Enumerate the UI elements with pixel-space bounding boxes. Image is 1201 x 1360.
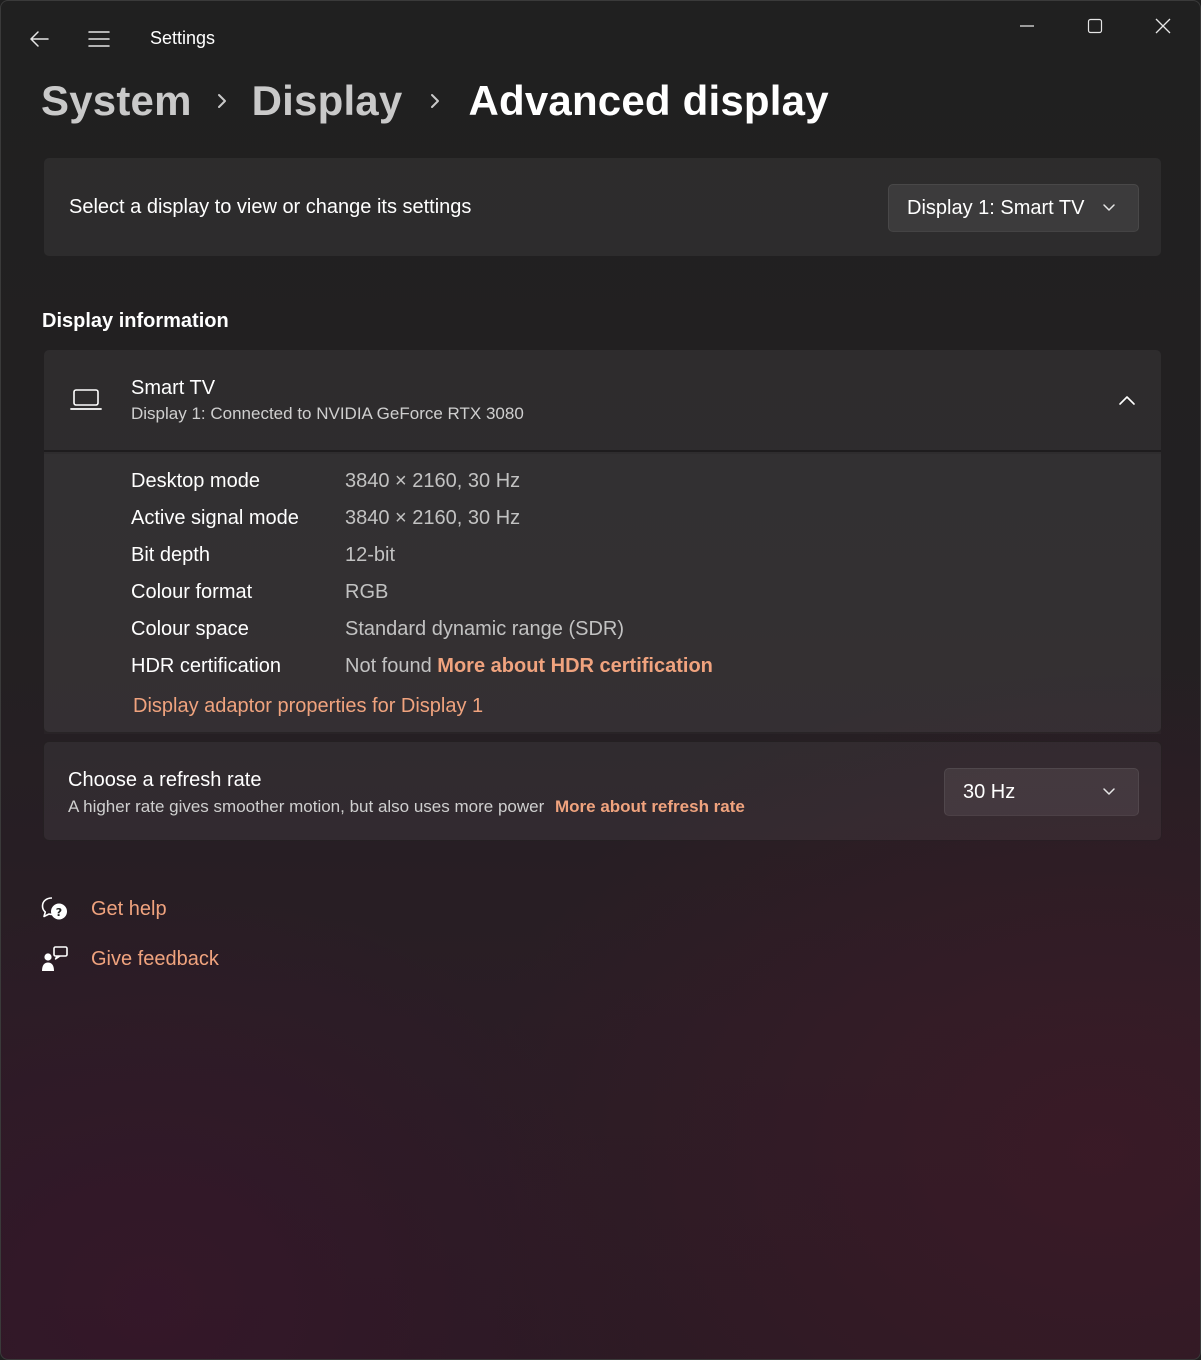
select-display-card: Select a display to view or change its s… bbox=[43, 157, 1162, 257]
give-feedback-link[interactable]: Give feedback bbox=[41, 943, 219, 975]
info-key: Active signal mode bbox=[131, 507, 299, 529]
get-help-label: Get help bbox=[91, 897, 167, 920]
chevron-right-icon bbox=[217, 94, 226, 108]
minimize-icon bbox=[1020, 25, 1034, 27]
display-information-heading: Display information bbox=[42, 310, 229, 332]
info-key: HDR certification bbox=[131, 655, 282, 677]
app-title: Settings bbox=[150, 28, 216, 48]
display-select-value: Display 1: Smart TV bbox=[907, 196, 1085, 219]
refresh-rate-dropdown[interactable]: 30 Hz bbox=[944, 768, 1139, 816]
collapse-button[interactable] bbox=[1115, 388, 1139, 412]
close-button[interactable] bbox=[1129, 5, 1197, 47]
breadcrumb-separator bbox=[192, 91, 252, 111]
info-value: Not found More about HDR certification bbox=[345, 655, 713, 678]
display-information-body: Desktop mode 3840 × 2160, 30 Hz Active s… bbox=[44, 454, 1161, 734]
chevron-down-icon bbox=[1103, 204, 1115, 211]
breadcrumb-separator bbox=[402, 91, 468, 111]
display-select-dropdown[interactable]: Display 1: Smart TV bbox=[888, 184, 1139, 232]
info-value: RGB bbox=[345, 581, 389, 603]
title-bar: Settings bbox=[1, 1, 1200, 75]
info-key: Desktop mode bbox=[131, 470, 260, 492]
back-arrow-icon bbox=[30, 31, 49, 47]
hamburger-menu-icon bbox=[88, 31, 110, 47]
chevron-right-icon bbox=[431, 94, 440, 108]
select-display-label: Select a display to view or change its s… bbox=[69, 196, 472, 218]
refresh-rate-link[interactable]: More about refresh rate bbox=[555, 797, 745, 816]
get-help-link[interactable]: ? Get help bbox=[41, 893, 167, 925]
svg-text:?: ? bbox=[56, 906, 62, 919]
refresh-rate-title: Choose a refresh rate bbox=[68, 769, 262, 791]
hdr-status: Not found bbox=[345, 655, 432, 677]
settings-window: Settings System Display Advanced display… bbox=[0, 0, 1201, 1360]
back-button[interactable] bbox=[19, 23, 59, 55]
info-value: 3840 × 2160, 30 Hz bbox=[345, 470, 521, 492]
display-adaptor-properties-link[interactable]: Display adaptor properties for Display 1 bbox=[133, 695, 483, 718]
info-key: Colour format bbox=[131, 581, 253, 603]
info-key: Colour space bbox=[131, 618, 249, 640]
chevron-down-icon bbox=[1103, 788, 1115, 795]
info-value: Standard dynamic range (SDR) bbox=[345, 618, 625, 640]
minimize-button[interactable] bbox=[993, 5, 1061, 47]
refresh-rate-card: Choose a refresh rate A higher rate give… bbox=[43, 741, 1162, 841]
display-information-card: Smart TV Display 1: Connected to NVIDIA … bbox=[43, 349, 1162, 733]
info-value: 12-bit bbox=[345, 544, 396, 566]
close-icon bbox=[1155, 18, 1171, 34]
feedback-person-icon bbox=[41, 943, 81, 975]
hdr-certification-link[interactable]: More about HDR certification bbox=[437, 655, 713, 677]
give-feedback-label: Give feedback bbox=[91, 947, 219, 970]
maximize-button[interactable] bbox=[1061, 5, 1129, 47]
info-key: Bit depth bbox=[131, 544, 210, 566]
info-value: 3840 × 2160, 30 Hz bbox=[345, 507, 521, 529]
navigation-menu-button[interactable] bbox=[79, 23, 119, 55]
refresh-rate-description: A higher rate gives smoother motion, but… bbox=[68, 797, 745, 817]
maximize-icon bbox=[1087, 18, 1103, 34]
refresh-rate-value: 30 Hz bbox=[963, 780, 1016, 803]
help-chat-icon: ? bbox=[41, 893, 81, 925]
display-name: Smart TV bbox=[131, 377, 216, 399]
refresh-rate-subtitle: A higher rate gives smoother motion, but… bbox=[68, 797, 545, 816]
display-information-header[interactable]: Smart TV Display 1: Connected to NVIDIA … bbox=[44, 350, 1161, 452]
breadcrumb: System Display Advanced display bbox=[41, 71, 829, 131]
chevron-up-icon bbox=[1119, 396, 1135, 405]
page-title: Advanced display bbox=[468, 77, 829, 124]
breadcrumb-display[interactable]: Display bbox=[252, 77, 403, 125]
breadcrumb-system[interactable]: System bbox=[41, 77, 192, 125]
laptop-icon bbox=[70, 389, 102, 410]
display-connection: Display 1: Connected to NVIDIA GeForce R… bbox=[131, 404, 524, 423]
